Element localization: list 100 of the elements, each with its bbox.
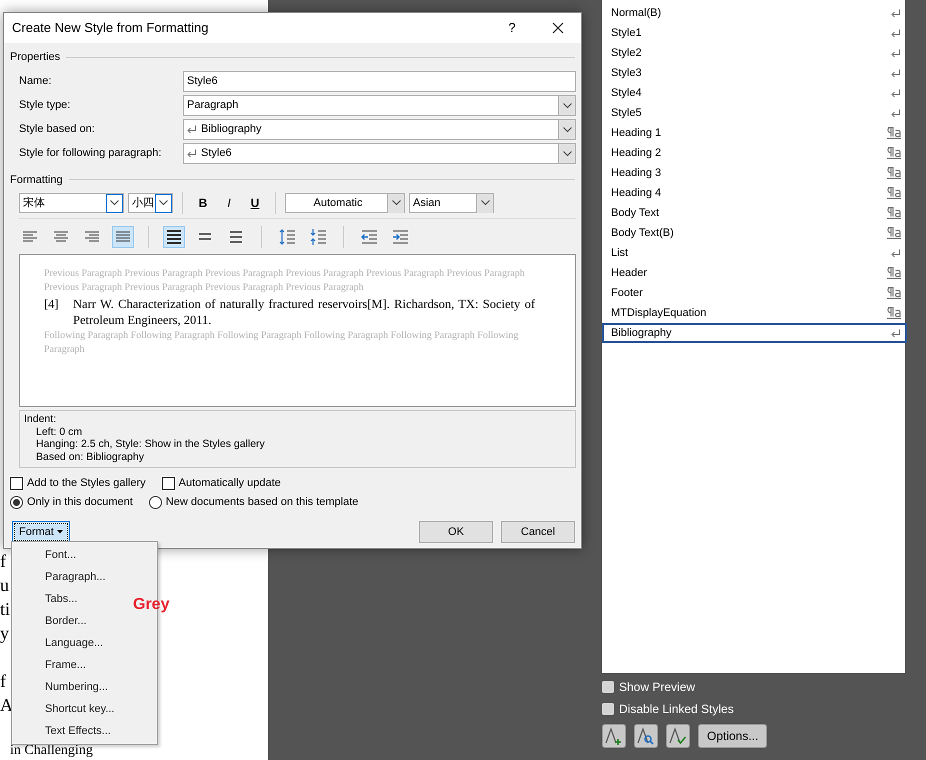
style-item[interactable]: Body Text — [602, 203, 907, 223]
style-item[interactable]: Header — [602, 263, 907, 283]
single-spacing-button[interactable] — [163, 226, 185, 248]
menu-item[interactable]: Text Effects... — [12, 720, 119, 742]
linked-style-icon — [887, 227, 901, 239]
window-title: Create New Style from Formatting — [12, 19, 210, 38]
style-item[interactable]: MTDisplayEquation — [602, 303, 907, 323]
menu-item[interactable]: Tabs... — [12, 588, 86, 610]
input-field[interactable]: Style6 — [183, 71, 576, 92]
description-text: Indent: — [24, 413, 58, 426]
return-icon — [891, 88, 901, 98]
chevron-icon — [562, 150, 572, 156]
color-dropdown[interactable]: Automatic — [285, 193, 405, 213]
format-button[interactable]: Format — [12, 521, 70, 543]
menu-item[interactable]: Shortcut key... — [12, 698, 122, 720]
return-icon — [891, 248, 901, 258]
style-item[interactable]: Body Text(B) — [602, 223, 907, 243]
size-dropdown[interactable]: 小四 — [128, 193, 173, 213]
style-item[interactable]: Style1 — [602, 23, 907, 43]
cancel-button[interactable]: Cancel — [501, 521, 575, 543]
document-text: f — [0, 550, 6, 573]
style-item[interactable]: Heading 1 — [602, 123, 907, 143]
section-heading: Properties — [10, 50, 60, 65]
style-item[interactable]: Style2 — [602, 43, 907, 63]
return-icon — [891, 68, 901, 78]
menu-item[interactable]: Font... — [12, 544, 84, 566]
menu-item[interactable]: Paragraph... — [12, 566, 114, 588]
document-text: y — [0, 622, 9, 645]
reference-number: [4] — [44, 296, 60, 313]
justify-button[interactable] — [112, 226, 134, 248]
dropdown-field[interactable]: Paragraph — [183, 95, 576, 116]
style-item[interactable]: List — [602, 243, 907, 263]
checkbox-label: Show Preview — [619, 679, 696, 696]
chevron-icon — [562, 126, 572, 132]
description-text: Based on: Bibliography — [35, 450, 145, 463]
field-label: Style based on: — [19, 122, 96, 138]
new-style-icon — [604, 726, 624, 746]
style-item[interactable]: Heading 4 — [602, 183, 907, 203]
new-style-button[interactable] — [602, 724, 626, 748]
help-button[interactable]: ? — [489, 13, 535, 43]
checkbox[interactable] — [602, 703, 614, 715]
style-item[interactable]: Bibliography — [602, 323, 907, 343]
underline-button[interactable]: U — [244, 192, 266, 214]
style-item[interactable]: Style3 — [602, 63, 907, 83]
chevron-icon — [159, 200, 168, 206]
checkbox[interactable] — [602, 681, 614, 693]
font-dropdown[interactable]: 宋体 — [19, 193, 124, 213]
close-icon — [552, 22, 564, 34]
dropdown-field[interactable]: Bibliography — [183, 119, 576, 140]
manage-styles-button[interactable] — [666, 724, 690, 748]
options-button[interactable]: Options... — [698, 724, 768, 748]
checkbox[interactable] — [10, 477, 23, 490]
menu-item[interactable]: Frame... — [12, 654, 94, 676]
single-spacing-icon — [165, 228, 183, 246]
style-item[interactable]: Normal(B) — [602, 3, 907, 23]
field-label: Style for following paragraph: — [19, 146, 162, 162]
document-text: A — [0, 694, 13, 717]
style-item[interactable]: Style4 — [602, 83, 907, 103]
checkbox-label: Disable Linked Styles — [619, 701, 734, 718]
spacing-decrease-icon — [309, 228, 327, 246]
chevron-icon — [110, 200, 119, 206]
radio-button[interactable] — [148, 496, 162, 509]
description-text: Hanging: 2.5 ch, Style: Show in the Styles gallery — [35, 438, 266, 450]
linked-style-icon — [887, 207, 901, 219]
checkbox-label: Automatically update — [178, 476, 281, 492]
linked-style-icon — [887, 187, 901, 199]
style-item[interactable]: Heading 2 — [602, 143, 907, 163]
radio-button[interactable] — [10, 496, 23, 509]
document-text: u — [0, 574, 9, 597]
italic-button[interactable]: I — [218, 192, 240, 214]
style-item[interactable]: Footer — [602, 283, 907, 303]
menu-item[interactable]: Border... — [12, 610, 95, 632]
script-dropdown[interactable]: Asian — [409, 193, 494, 213]
checkbox[interactable] — [162, 477, 175, 490]
return-icon — [891, 328, 901, 338]
increase-indent-icon — [391, 228, 409, 246]
menu-item[interactable]: Numbering... — [12, 676, 116, 698]
document-text: f — [0, 670, 6, 693]
section-heading: Formatting — [10, 172, 63, 188]
return-icon — [187, 149, 197, 158]
return-icon — [891, 28, 901, 38]
checkbox-label: Add to the Styles gallery — [27, 476, 146, 492]
ok-button[interactable]: OK — [419, 521, 493, 543]
document-text: in Challenging — [10, 744, 93, 758]
linked-style-icon — [887, 167, 901, 179]
dropdown-field[interactable]: Style6 — [183, 143, 576, 164]
menu-item[interactable]: Language... — [12, 632, 112, 654]
document-text: ti — [0, 598, 10, 621]
style-item[interactable]: Style5 — [602, 103, 907, 123]
field-label: Name: — [19, 74, 52, 90]
style-item[interactable]: Heading 3 — [602, 163, 907, 183]
preview-text: Following Paragraph Following Paragraph Following Paragraph Following Paragraph Following Paragraph Following Paragraph — [44, 329, 520, 357]
return-icon — [891, 8, 901, 18]
return-icon — [187, 125, 197, 134]
caret-icon — [56, 530, 63, 534]
radio-label: Only in this document — [27, 495, 133, 510]
style-inspector-button[interactable] — [634, 724, 658, 748]
chevron-icon — [392, 200, 400, 206]
bold-button[interactable]: B — [192, 192, 214, 214]
style-inspector-icon — [636, 726, 656, 746]
